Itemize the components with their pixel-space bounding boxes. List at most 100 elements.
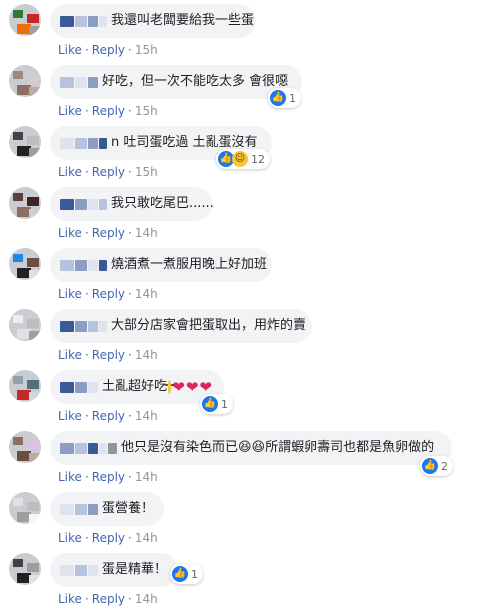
- commenter-name-redacted[interactable]: [60, 259, 108, 271]
- avatar[interactable]: [9, 492, 41, 524]
- separator-dot: ·: [128, 409, 132, 423]
- reply-link[interactable]: Reply: [92, 43, 125, 57]
- smile-emoji-icon: [165, 380, 175, 394]
- separator-dot: ·: [84, 165, 89, 179]
- reply-link[interactable]: Reply: [92, 470, 125, 484]
- comment-item: 我還叫老闆要給我一些蛋 Like · Reply · 15h: [0, 4, 494, 65]
- avatar-pixel: [29, 514, 41, 524]
- comment-timestamp[interactable]: 14h: [135, 348, 158, 362]
- name-redaction-block: [99, 442, 107, 454]
- avatar-pixel: [13, 254, 23, 262]
- comment-timestamp[interactable]: 15h: [135, 43, 158, 57]
- commenter-name-redacted[interactable]: [60, 320, 108, 332]
- comment-bubble: 蛋是精華！: [50, 553, 178, 587]
- reaction-summary[interactable]: 👍 1: [268, 88, 301, 108]
- avatar[interactable]: [9, 4, 41, 36]
- comment-text: 我只敢吃尾巴......: [111, 196, 214, 211]
- separator-dot: ·: [128, 531, 132, 545]
- like-link[interactable]: Like: [58, 226, 82, 240]
- avatar-pixel: [13, 498, 23, 506]
- like-link[interactable]: Like: [58, 165, 82, 179]
- comment-timestamp[interactable]: 14h: [135, 409, 158, 423]
- like-link[interactable]: Like: [58, 409, 82, 423]
- commenter-name-redacted[interactable]: [60, 76, 99, 88]
- reply-link[interactable]: Reply: [92, 104, 125, 118]
- avatar-pixel: [29, 453, 41, 463]
- reply-link[interactable]: Reply: [92, 348, 125, 362]
- comment-timestamp[interactable]: 14h: [135, 531, 158, 545]
- comment-item: 大部分店家會把蛋取出，用炸的賣 Like · Reply · 14h: [0, 309, 494, 370]
- comment-timestamp[interactable]: 14h: [135, 592, 158, 606]
- comment-actions: Like · Reply · 15h: [58, 103, 158, 119]
- like-link[interactable]: Like: [58, 348, 82, 362]
- avatar-pixel: [27, 197, 39, 206]
- reply-link[interactable]: Reply: [92, 531, 125, 545]
- reaction-summary[interactable]: 👍 2: [420, 456, 453, 476]
- reply-link[interactable]: Reply: [92, 409, 125, 423]
- name-redaction-block: [75, 198, 87, 210]
- name-redaction-block: [60, 320, 74, 332]
- separator-dot: ·: [84, 348, 89, 362]
- comment-bubble: 蛋營養！: [50, 492, 164, 526]
- name-redaction-block: [60, 198, 74, 210]
- avatar[interactable]: [9, 370, 41, 402]
- separator-dot: ·: [128, 348, 132, 362]
- comment-timestamp[interactable]: 14h: [135, 287, 158, 301]
- separator-dot: ·: [84, 287, 89, 301]
- comment-timestamp[interactable]: 15h: [135, 104, 158, 118]
- commenter-name-redacted[interactable]: [60, 381, 99, 393]
- name-redaction-block: [75, 320, 87, 332]
- like-link[interactable]: Like: [58, 592, 82, 606]
- comment-bubble: 他只是沒有染色而已😆😆所謂蝦卵壽司也都是魚卵做的: [50, 431, 452, 465]
- avatar[interactable]: [9, 248, 41, 280]
- avatar[interactable]: [9, 431, 41, 463]
- comment-actions: Like · Reply · 14h: [58, 408, 158, 424]
- comment-text: 我還叫老闆要給我一些蛋: [111, 13, 255, 28]
- avatar-pixel: [27, 14, 39, 23]
- like-link[interactable]: Like: [58, 43, 82, 57]
- reaction-summary[interactable]: 👍 1: [170, 564, 203, 584]
- reaction-count: 12: [251, 152, 265, 166]
- like-link[interactable]: Like: [58, 104, 82, 118]
- commenter-name-redacted[interactable]: [60, 198, 108, 210]
- commenter-name-redacted[interactable]: [60, 564, 99, 576]
- commenter-name-redacted[interactable]: [60, 15, 108, 27]
- reply-link[interactable]: Reply: [92, 226, 125, 240]
- comment-item: 土亂超好吃 ❤ ❤ ❤ Like · Reply · 14h: [0, 370, 494, 431]
- comment-actions: Like · Reply · 14h: [58, 469, 158, 485]
- comment-timestamp[interactable]: 14h: [135, 226, 158, 240]
- commenter-name-redacted[interactable]: [60, 442, 118, 454]
- like-link[interactable]: Like: [58, 470, 82, 484]
- name-redaction-block: [60, 381, 74, 393]
- reply-link[interactable]: Reply: [92, 592, 125, 606]
- reaction-summary[interactable]: 👍 1: [200, 394, 233, 414]
- avatar[interactable]: [9, 65, 41, 97]
- reaction-summary[interactable]: 👍 ☺ 12: [216, 149, 270, 169]
- like-link[interactable]: Like: [58, 287, 82, 301]
- avatar[interactable]: [9, 553, 41, 585]
- avatar[interactable]: [9, 309, 41, 341]
- comment-timestamp[interactable]: 15h: [135, 165, 158, 179]
- avatar[interactable]: [9, 126, 41, 158]
- reply-link[interactable]: Reply: [92, 165, 125, 179]
- avatar-pixel: [29, 148, 41, 158]
- avatar-pixel: [27, 441, 39, 450]
- separator-dot: ·: [84, 43, 89, 57]
- avatar[interactable]: [9, 187, 41, 219]
- comment-text: 蛋是精華！: [102, 562, 168, 577]
- avatar-pixel: [29, 26, 41, 36]
- comment-timestamp[interactable]: 14h: [135, 470, 158, 484]
- name-redaction-block: [60, 259, 74, 271]
- like-link[interactable]: Like: [58, 531, 82, 545]
- avatar-pixel: [29, 209, 41, 219]
- avatar-pixel: [27, 136, 39, 145]
- name-redaction-block: [99, 137, 107, 149]
- separator-dot: ·: [84, 592, 89, 606]
- avatar-pixel: [29, 392, 41, 402]
- commenter-name-redacted[interactable]: [60, 503, 99, 515]
- heart-icon: ❤: [185, 378, 199, 396]
- commenter-name-redacted[interactable]: [60, 137, 108, 149]
- reply-link[interactable]: Reply: [92, 287, 125, 301]
- avatar-pixel: [13, 376, 23, 384]
- separator-dot: ·: [84, 470, 89, 484]
